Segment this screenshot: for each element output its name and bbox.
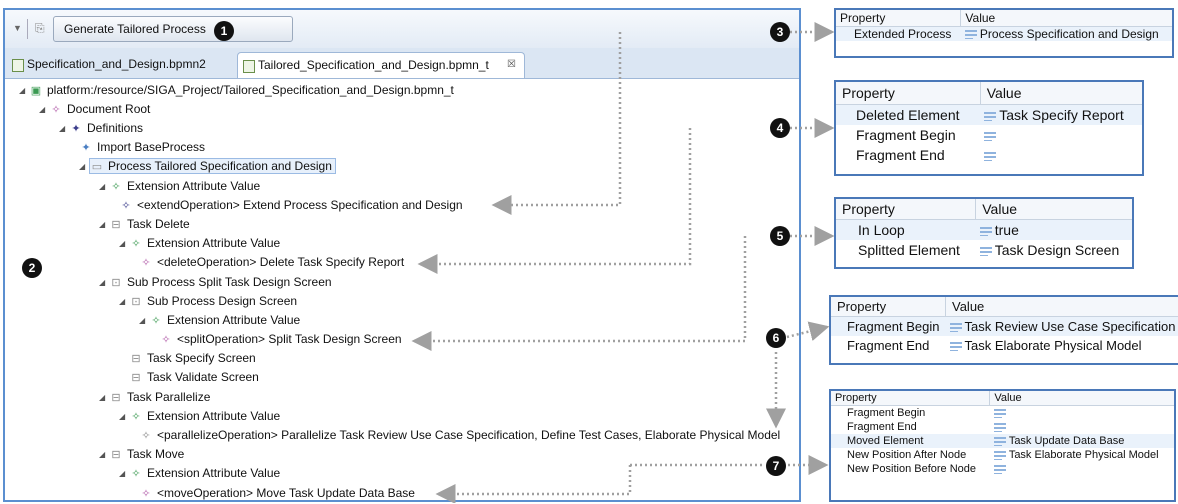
value-icon: [980, 227, 992, 236]
value-icon: [984, 132, 996, 141]
property-header: Property: [831, 391, 990, 406]
callout-badge-5: 5: [770, 226, 790, 246]
property-name: Fragment Begin: [831, 317, 946, 337]
property-name: Fragment Begin: [831, 406, 990, 421]
property-header: Property: [831, 297, 946, 317]
callout-badge-7: 7: [766, 456, 786, 476]
property-name: Splitted Element: [836, 240, 976, 260]
property-value: [980, 145, 1142, 165]
connector-4-tree: [420, 128, 690, 264]
property-name: Fragment Begin: [836, 125, 980, 145]
property-value: [980, 125, 1142, 145]
property-table-split: PropertyValue In Looptrue Splitted Eleme…: [834, 197, 1134, 269]
property-row[interactable]: Fragment EndTask Elaborate Physical Mode…: [831, 336, 1178, 355]
property-name: Moved Element: [831, 434, 990, 448]
value-icon: [984, 112, 996, 121]
property-value: Process Specification and Design: [961, 27, 1172, 42]
property-value: Task Elaborate Physical Model: [990, 448, 1174, 462]
connector-7-tree: [438, 465, 630, 494]
value-icon: [965, 30, 977, 39]
property-name: New Position After Node: [831, 448, 990, 462]
value-icon: [950, 342, 962, 351]
value-icon: [994, 423, 1006, 432]
value-icon: [980, 247, 992, 256]
property-table-extended-process: PropertyValue Extended ProcessProcess Sp…: [834, 8, 1174, 58]
property-value: true: [976, 220, 1132, 241]
value-header: Value: [990, 391, 1174, 406]
property-name: Deleted Element: [836, 105, 980, 126]
property-name: New Position Before Node: [831, 462, 990, 476]
value-icon: [994, 437, 1006, 446]
property-row[interactable]: Fragment BeginTask Review Use Case Speci…: [831, 317, 1178, 337]
value-header: Value: [976, 199, 1132, 220]
callout-badge-4: 4: [770, 118, 790, 138]
connector-6-table: [787, 327, 827, 337]
property-row[interactable]: Deleted ElementTask Specify Report: [836, 105, 1142, 126]
connector-3-tree: [494, 32, 620, 205]
callout-badge-3: 3: [770, 22, 790, 42]
property-name: Fragment End: [831, 420, 990, 434]
callout-badge-2: 2: [22, 258, 42, 278]
property-table-parallelize: PropertyValue Fragment BeginTask Review …: [829, 295, 1178, 365]
property-name: Extended Process: [836, 27, 961, 42]
value-icon: [994, 451, 1006, 460]
property-name: Fragment End: [836, 145, 980, 165]
property-row[interactable]: New Position Before Node: [831, 462, 1174, 476]
value-icon: [994, 465, 1006, 474]
property-value: Task Update Data Base: [990, 434, 1174, 448]
property-value: [990, 420, 1174, 434]
property-row[interactable]: Extended ProcessProcess Specification an…: [836, 27, 1172, 42]
callout-badge-6: 6: [766, 328, 786, 348]
property-row[interactable]: Fragment End: [836, 145, 1142, 165]
value-header: Value: [980, 82, 1142, 105]
property-name: In Loop: [836, 220, 976, 241]
property-value: Task Specify Report: [980, 105, 1142, 126]
value-icon: [994, 409, 1006, 418]
property-value: [990, 406, 1174, 421]
property-row[interactable]: Splitted ElementTask Design Screen: [836, 240, 1132, 260]
property-name: Fragment End: [831, 336, 946, 355]
connector-5-tree: [414, 236, 745, 341]
property-row[interactable]: In Looptrue: [836, 220, 1132, 241]
property-value: Task Design Screen: [976, 240, 1132, 260]
property-row[interactable]: Moved ElementTask Update Data Base: [831, 434, 1174, 448]
property-row[interactable]: Fragment Begin: [836, 125, 1142, 145]
property-table-deleted-element: PropertyValue Deleted ElementTask Specif…: [834, 80, 1144, 176]
property-header: Property: [836, 199, 976, 220]
property-value: [990, 462, 1174, 476]
value-header: Value: [961, 10, 1172, 27]
property-row[interactable]: New Position After NodeTask Elaborate Ph…: [831, 448, 1174, 462]
property-value: Task Elaborate Physical Model: [946, 336, 1178, 355]
property-header: Property: [836, 10, 961, 27]
property-value: Task Review Use Case Specification: [946, 317, 1178, 337]
value-header: Value: [946, 297, 1178, 317]
value-icon: [950, 323, 962, 332]
property-row[interactable]: Fragment Begin: [831, 406, 1174, 421]
dotted-connectors: [414, 32, 832, 494]
property-row[interactable]: Fragment End: [831, 420, 1174, 434]
property-header: Property: [836, 82, 980, 105]
value-icon: [984, 152, 996, 161]
callout-badge-1: 1: [214, 21, 234, 41]
property-table-move: PropertyValue Fragment Begin Fragment En…: [829, 389, 1176, 502]
